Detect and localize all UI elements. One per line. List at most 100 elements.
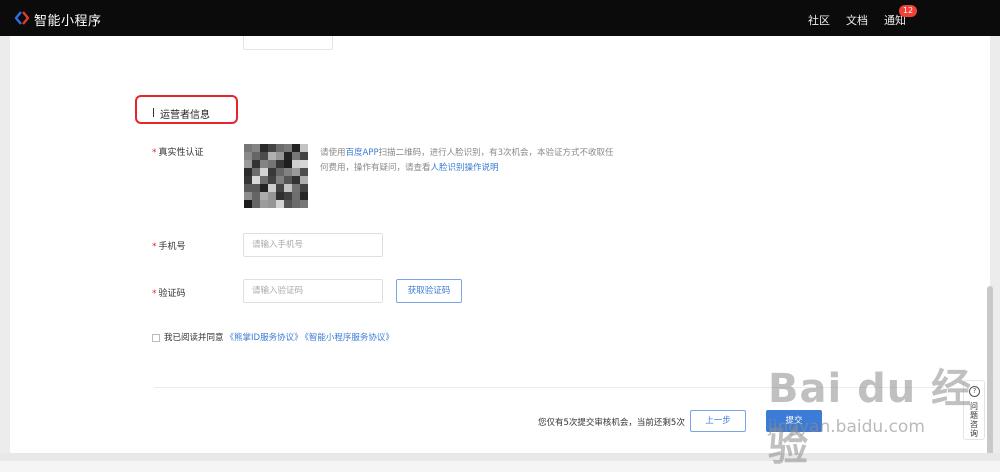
qr-cell — [260, 152, 268, 160]
qr-cell — [252, 152, 260, 160]
agree-checkbox[interactable] — [152, 333, 160, 342]
qr-cell — [252, 200, 260, 208]
qr-cell — [260, 184, 268, 192]
qr-cell — [276, 184, 284, 192]
required-mark: * — [152, 242, 157, 252]
section-title-bar — [153, 108, 154, 117]
qr-cell — [268, 200, 276, 208]
qr-cell — [284, 200, 292, 208]
qr-cell — [260, 200, 268, 208]
baidu-app-link[interactable]: 百度APP — [346, 148, 379, 158]
phone-label: * 手机号 — [152, 239, 186, 252]
miniprogram-agreement-link[interactable]: 《智能小程序服务协议》 — [305, 333, 394, 343]
left-gutter — [0, 36, 10, 453]
required-mark: * — [152, 289, 157, 299]
qr-cell — [284, 184, 292, 192]
required-mark: * — [152, 148, 157, 158]
qr-cell — [292, 184, 300, 192]
qr-cell — [276, 192, 284, 200]
qr-cell — [268, 152, 276, 160]
paddle-logo-icon[interactable] — [14, 10, 30, 26]
qr-cell — [244, 152, 252, 160]
qr-cell — [260, 192, 268, 200]
code-input[interactable]: 请输入验证码 — [243, 279, 383, 303]
qr-cell — [244, 176, 252, 184]
submit-info-text: 您仅有5次提交审核机会，当前还剩5次 — [538, 418, 685, 428]
qr-cell — [252, 184, 260, 192]
phone-label-text: 手机号 — [158, 242, 186, 252]
xiongzhang-agreement-link[interactable]: 《熊掌ID服务协议》 — [226, 333, 303, 343]
qr-cell — [300, 168, 308, 176]
qr-cell — [284, 152, 292, 160]
qr-cell — [244, 192, 252, 200]
qr-cell — [300, 144, 308, 152]
top-navbar: 智能小程序 社区 文档 通知 12 — [0, 0, 1000, 36]
qr-cell — [260, 168, 268, 176]
code-label: * 验证码 — [152, 286, 186, 299]
qr-cell — [300, 160, 308, 168]
qr-cell — [268, 184, 276, 192]
face-recognition-help-link[interactable]: 人脸识别操作说明 — [431, 163, 499, 173]
qr-cell — [276, 152, 284, 160]
qr-cell — [276, 144, 284, 152]
qr-cell — [268, 168, 276, 176]
qr-code-image — [244, 142, 308, 210]
code-label-text: 验证码 — [158, 289, 186, 299]
baidu-watermark: Bai du 经验 — [768, 366, 973, 470]
qr-cell — [276, 176, 284, 184]
nav-community-link[interactable]: 社区 — [808, 12, 830, 28]
qr-cell — [292, 200, 300, 208]
qr-cell — [244, 160, 252, 168]
qr-cell — [244, 184, 252, 192]
qr-cell — [244, 200, 252, 208]
agreement-row: 我已阅读并同意 《熊掌ID服务协议》 《智能小程序服务协议》 — [152, 331, 394, 343]
qr-cell — [284, 144, 292, 152]
verify-desc-pre: 请使用 — [320, 148, 346, 158]
qr-cell — [292, 160, 300, 168]
qr-cell — [252, 144, 260, 152]
qr-cell — [300, 200, 308, 208]
qr-cell — [292, 152, 300, 160]
qr-cell — [284, 192, 292, 200]
qr-cell — [276, 160, 284, 168]
qr-cell — [292, 192, 300, 200]
baidu-watermark-url: jingyan.baidu.com — [768, 417, 925, 437]
qr-cell — [300, 192, 308, 200]
qr-cell — [276, 168, 284, 176]
qr-cell — [244, 144, 252, 152]
qr-cell — [284, 176, 292, 184]
get-code-button[interactable]: 获取验证码 — [396, 279, 462, 303]
qr-cell — [300, 184, 308, 192]
qr-cell — [252, 176, 260, 184]
qr-cell — [300, 176, 308, 184]
app-title[interactable]: 智能小程序 — [34, 10, 102, 29]
qr-cell — [292, 176, 300, 184]
qr-cell — [284, 160, 292, 168]
qr-cell — [268, 144, 276, 152]
previous-field-stub — [243, 36, 333, 50]
qr-cell — [244, 168, 252, 176]
qr-cell — [260, 144, 268, 152]
agree-text: 我已阅读并同意 — [164, 333, 224, 343]
qr-cell — [268, 192, 276, 200]
qr-cell — [292, 144, 300, 152]
prev-step-button[interactable]: 上一步 — [690, 410, 746, 432]
verify-label-text: 真实性认证 — [158, 148, 204, 158]
notify-count-badge: 12 — [899, 5, 917, 17]
qr-cell — [292, 168, 300, 176]
qr-cell — [284, 168, 292, 176]
qr-cell — [260, 176, 268, 184]
nav-docs-link[interactable]: 文档 — [846, 12, 868, 28]
phone-input[interactable]: 请输入手机号 — [243, 233, 383, 257]
qr-cell — [252, 168, 260, 176]
qr-cell — [260, 160, 268, 168]
qr-cell — [268, 160, 276, 168]
verify-label: * 真实性认证 — [152, 145, 204, 158]
qr-cell — [252, 160, 260, 168]
verify-description: 请使用百度APP扫描二维码，进行人脸识别，有3次机会，本验证方式不收取任何费用，… — [320, 146, 620, 176]
qr-cell — [276, 200, 284, 208]
section-title: 运营者信息 — [160, 110, 210, 121]
qr-cell — [300, 152, 308, 160]
qr-cell — [252, 192, 260, 200]
qr-cell — [268, 176, 276, 184]
